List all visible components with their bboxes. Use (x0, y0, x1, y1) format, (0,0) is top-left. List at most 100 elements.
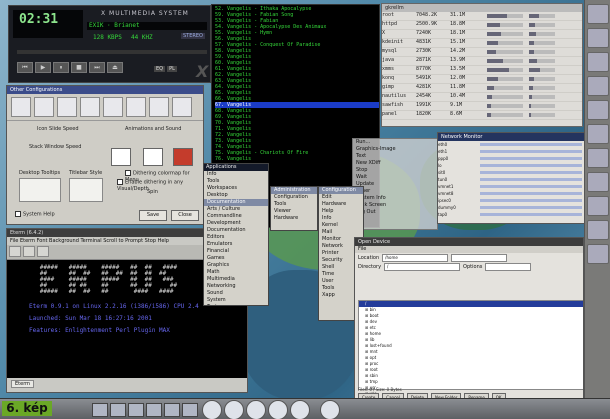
task-button-3[interactable] (128, 403, 144, 417)
network-row[interactable]: vmnet8 (438, 190, 584, 197)
menu-item[interactable]: Stop (353, 167, 437, 174)
configuration-dialog[interactable]: Other Configurations Icon Slide Speed An… (6, 85, 204, 225)
copy-icon[interactable] (23, 246, 35, 257)
menu-item[interactable]: Info (319, 215, 363, 222)
location-field[interactable]: /home (382, 253, 449, 262)
menu-item[interactable]: Mail (319, 229, 363, 236)
task-button-4[interactable] (146, 403, 162, 417)
task-button-1[interactable] (92, 403, 108, 417)
submenu[interactable]: Administration Configuration Tools Viewer Ha… (270, 186, 318, 231)
window-list-icon[interactable] (246, 400, 266, 419)
task-button-5[interactable] (164, 403, 180, 417)
mouse-icon[interactable] (126, 97, 146, 117)
file-dialog-window[interactable]: Open Device File Location /home Director… (354, 237, 584, 402)
network-row[interactable]: ppp0 (438, 155, 584, 162)
pager-icon[interactable] (290, 400, 310, 419)
menu-item[interactable]: Development (204, 220, 268, 227)
seek-bar[interactable] (17, 50, 207, 54)
menu-item[interactable]: System (204, 297, 268, 304)
menu-item[interactable]: Sound (204, 290, 268, 297)
menu-item[interactable]: Arts / Culture (204, 206, 268, 213)
stop-button[interactable]: ■ (71, 62, 87, 73)
network-row[interactable]: eth1 (438, 148, 584, 155)
monitor-icon[interactable] (586, 76, 609, 96)
task-button-2[interactable] (110, 403, 126, 417)
directory-tree[interactable]: / ⊞ bin ⊞ boot ⊞ dev ⊞ etc ⊞ home ⊞ lib ⊞ lost+… (358, 300, 583, 396)
theme-icon[interactable] (149, 97, 169, 117)
menu-item[interactable]: Financial (204, 248, 268, 255)
network-icon[interactable] (586, 196, 609, 216)
directory-field[interactable]: / (384, 262, 461, 271)
sound-button[interactable] (173, 148, 193, 166)
desktop-icon[interactable] (11, 97, 31, 117)
process-row[interactable]: httpd 2500.9K 18.8M (382, 21, 582, 30)
process-row[interactable]: konq 5491K 12.0M (382, 75, 582, 84)
play-button[interactable]: ▶ (35, 62, 51, 73)
menu-item[interactable]: Documentation (204, 199, 268, 206)
network-row[interactable]: sit0 (438, 169, 584, 176)
menu-item[interactable]: Documentation (204, 227, 268, 234)
menu-item[interactable]: Text (204, 304, 268, 305)
trash-icon[interactable] (586, 244, 609, 264)
menu-item[interactable]: System Info (353, 195, 437, 202)
menu-item[interactable]: Lock Screen (353, 202, 437, 209)
menu-item[interactable]: Configuration (319, 187, 363, 194)
dialog-titlebar[interactable]: Other Configurations (7, 86, 203, 94)
process-row[interactable]: X 7240K 18.1M (382, 30, 582, 39)
next-button[interactable]: ⏭ (89, 62, 105, 73)
menu-item[interactable]: Multimedia (204, 276, 268, 283)
file-dialog-titlebar[interactable]: Open Device (355, 238, 583, 246)
menu-item[interactable]: Update (353, 181, 437, 188)
terminal-icon[interactable] (586, 28, 609, 48)
process-row[interactable]: kdeinit 4831K 15.1M (382, 39, 582, 48)
focus-icon[interactable] (80, 97, 100, 117)
menu-item[interactable]: Help (319, 208, 363, 215)
menu-item[interactable]: Run... (353, 139, 437, 146)
keyboard-icon[interactable] (103, 97, 123, 117)
menu-item[interactable]: New XDiff (353, 160, 437, 167)
menu-item[interactable]: Text (353, 153, 437, 160)
network-row[interactable]: lo (438, 162, 584, 169)
menu-item[interactable]: Desktop (204, 192, 268, 199)
paint-icon[interactable] (586, 172, 609, 192)
task-button-6[interactable] (182, 403, 198, 417)
eject-button[interactable]: ⏏ (107, 62, 123, 73)
save-button[interactable]: Save (139, 210, 167, 221)
globe-icon[interactable] (586, 124, 609, 144)
menu-item[interactable]: Graphics-Image (353, 146, 437, 153)
filter-field[interactable] (451, 253, 508, 262)
home-icon[interactable] (224, 400, 244, 419)
menu-item[interactable]: Editors (204, 234, 268, 241)
menu-item[interactable]: Tools (204, 178, 268, 185)
process-row[interactable]: sawfish 1991K 9.1M (382, 102, 582, 111)
window-titlebar[interactable]: gkrellm (382, 4, 582, 12)
system-help-checkbox[interactable] (15, 211, 21, 217)
playlist-toggle[interactable]: PL (167, 66, 177, 72)
menu-item[interactable]: Edit (319, 194, 363, 201)
workspace-icon[interactable] (268, 400, 288, 419)
dithering-checkbox[interactable] (125, 170, 131, 176)
terminal-tab[interactable]: Eterm (11, 380, 35, 388)
previous-button[interactable]: ⏮ (17, 62, 33, 73)
network-row[interactable]: tun0 (438, 176, 584, 183)
menu-item[interactable]: Kernel (319, 222, 363, 229)
menu-item[interactable]: Graphics (204, 262, 268, 269)
process-row[interactable]: nautilus 2454K 10.4M (382, 93, 582, 102)
file-dialog-menubar[interactable]: File (355, 246, 583, 253)
menu-item[interactable]: Wait (353, 174, 437, 181)
close-button[interactable]: Close (171, 210, 199, 221)
network-row[interactable]: tap0 (438, 211, 584, 218)
menu-item[interactable]: Math (204, 269, 268, 276)
menu-item[interactable]: Emulators (204, 241, 268, 248)
process-row[interactable]: panel 1820K 8.6M (382, 111, 582, 120)
window-icon[interactable] (34, 97, 54, 117)
menu-item[interactable]: Hardware (319, 201, 363, 208)
options-field[interactable] (485, 262, 532, 271)
menu-item[interactable]: Networking (204, 283, 268, 290)
menu-item[interactable]: Hardware (271, 215, 317, 222)
network-row[interactable]: ipsec0 (438, 197, 584, 204)
pause-button[interactable]: ⏸ (53, 62, 69, 73)
applications-menu[interactable]: Applications Info Tools Workspaces Desktop D… (203, 163, 269, 306)
folder-icon[interactable] (586, 148, 609, 168)
globe-icon[interactable] (202, 400, 222, 419)
